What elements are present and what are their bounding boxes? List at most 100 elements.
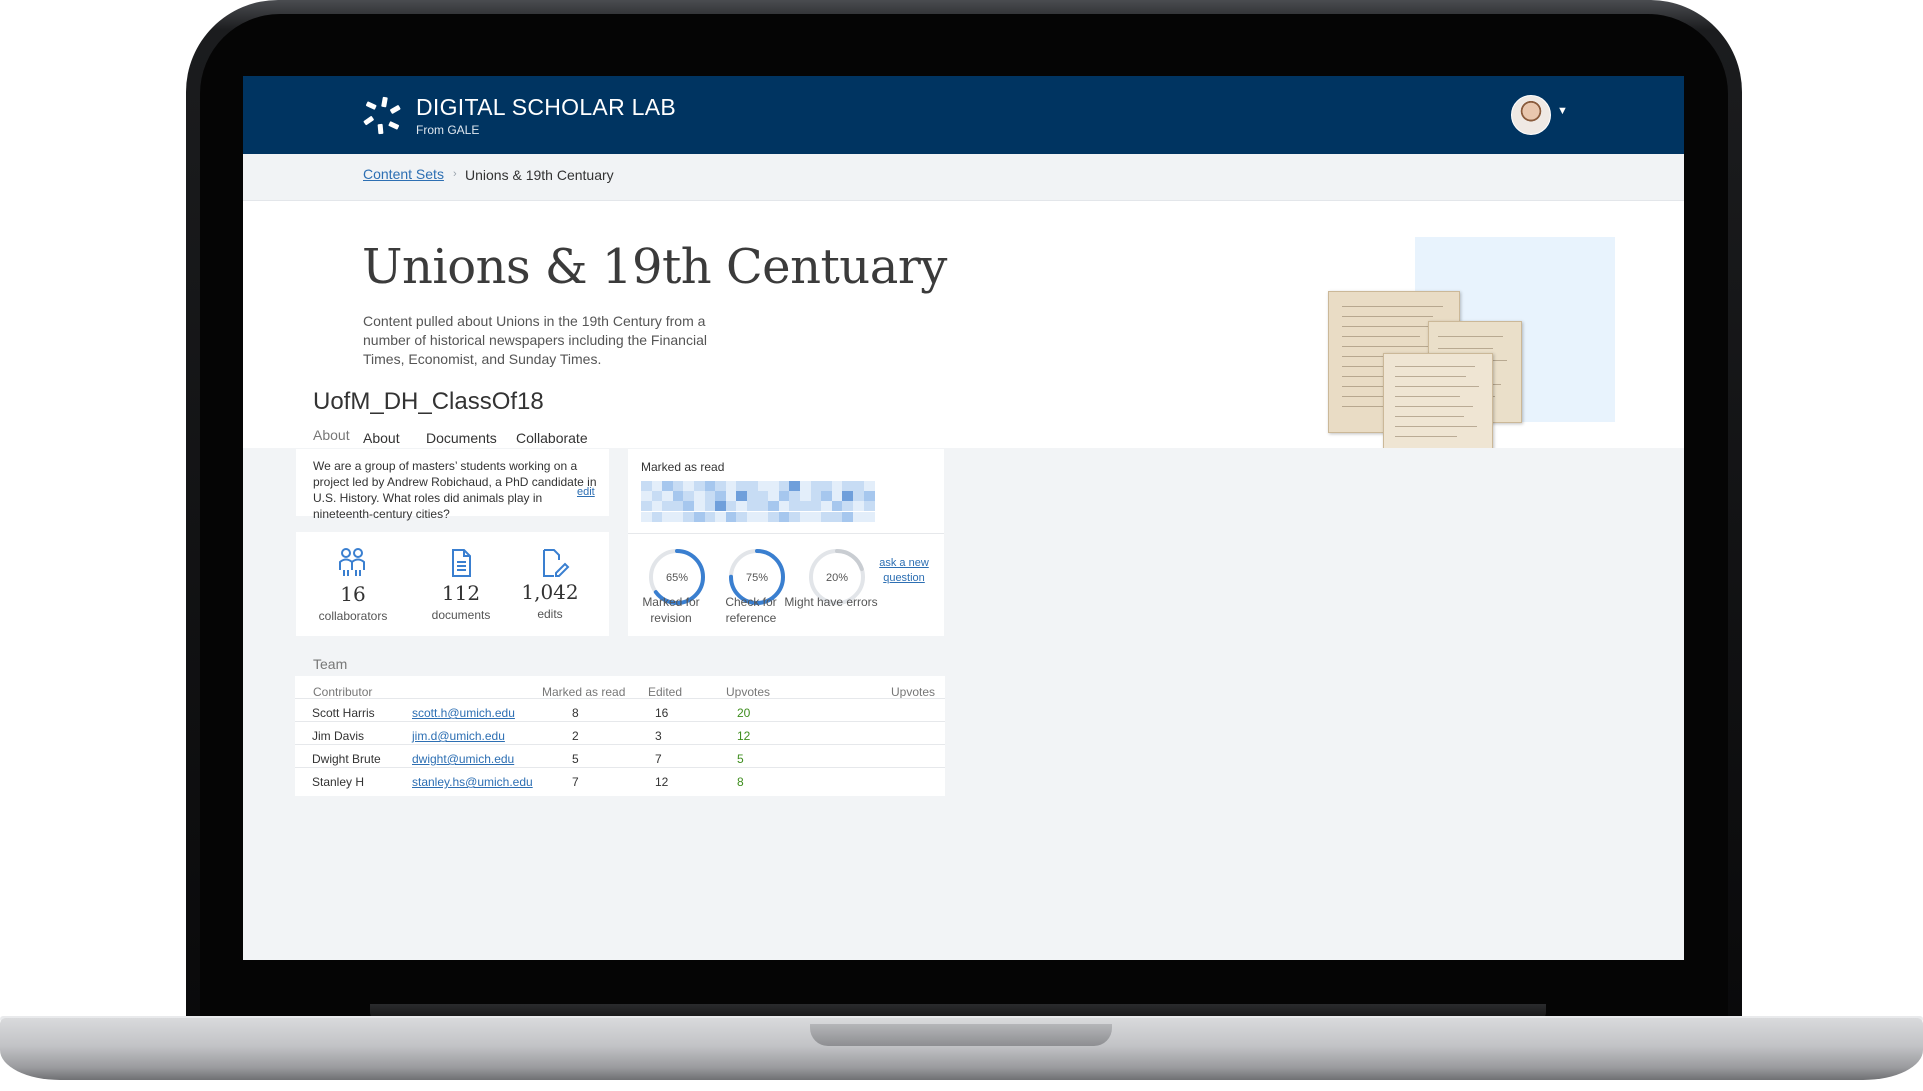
about-section-label: About — [313, 427, 350, 443]
contributor-name: Scott Harris — [312, 706, 375, 720]
contributor-name: Stanley H — [312, 775, 365, 789]
heatmap-cell — [800, 511, 811, 522]
heatmap-cell — [831, 481, 843, 491]
column-upvotes: Upvotes — [726, 685, 771, 699]
heatmap-cell — [672, 511, 684, 522]
chevron-down-icon[interactable]: ▼ — [1557, 105, 1568, 117]
ask-new-question-link[interactable]: ask a new question — [869, 556, 939, 586]
heatmap-cell — [863, 501, 875, 512]
marked-as-read-count: 7 — [572, 775, 579, 789]
heatmap-cell — [672, 481, 684, 491]
tab-about[interactable]: About — [363, 430, 400, 446]
heatmap-cell — [831, 511, 843, 522]
edited-count: 16 — [655, 706, 669, 720]
edited-count: 12 — [655, 775, 669, 789]
heatmap-cell — [789, 481, 801, 491]
heatmap-cell — [683, 511, 695, 522]
heatmap-cell — [789, 491, 801, 502]
heatmap-cell — [725, 481, 737, 491]
heatmap-cell — [757, 491, 769, 502]
user-avatar[interactable] — [1511, 95, 1551, 135]
marked-as-read-title: Marked as read — [641, 460, 725, 474]
ring-percent-label: 75% — [746, 572, 768, 584]
heatmap-cell — [853, 481, 864, 491]
brand-subtitle: From GALE — [416, 123, 480, 137]
document-icon — [452, 549, 471, 577]
heatmap-cell — [641, 511, 652, 522]
heatmap-cell — [704, 501, 716, 512]
heatmap-cell — [704, 511, 716, 522]
heatmap-cell — [800, 501, 811, 512]
contributor-email[interactable]: dwight@umich.edu — [412, 752, 514, 766]
heatmap-cell — [715, 491, 727, 502]
edit-about-link[interactable]: edit — [577, 486, 595, 498]
marked-as-read-count: 5 — [572, 752, 579, 766]
heatmap-cell — [694, 491, 705, 502]
heatmap-cell — [757, 501, 769, 512]
contributor-email[interactable]: jim.d@umich.edu — [412, 729, 505, 743]
heatmap-cell — [747, 501, 758, 512]
heatmap-cell — [662, 501, 674, 512]
heatmap-cell — [694, 511, 705, 522]
stat-edits-label: edits — [537, 607, 563, 621]
heatmap-cell — [715, 481, 727, 491]
historical-documents-image — [1328, 291, 1578, 453]
ring-percent-label: 65% — [666, 572, 688, 584]
breadcrumb-separator-icon: › — [453, 168, 457, 180]
breadcrumb-content-sets-link[interactable]: Content Sets — [363, 166, 444, 182]
heatmap-cell — [778, 481, 790, 491]
about-text: We are a group of masters’ students work… — [313, 459, 597, 521]
heatmap-cell — [683, 501, 695, 512]
upvotes-count: 8 — [737, 775, 744, 789]
contributor-name: Jim Davis — [312, 729, 365, 743]
heatmap-cell — [831, 491, 843, 502]
heatmap-cell — [747, 481, 758, 491]
heatmap-cell — [736, 501, 748, 512]
card-divider — [628, 533, 944, 534]
heatmap-cell — [810, 491, 822, 502]
heatmap-cell — [778, 511, 790, 522]
heatmap-cell — [853, 491, 864, 502]
heatmap-cell — [821, 501, 833, 512]
heatmap-cell — [842, 511, 854, 522]
heatmap-cell — [715, 501, 727, 512]
column-edited: Edited — [648, 685, 683, 699]
table-row[interactable]: Stanley H stanley.hs@umich.edu 7 12 8 — [295, 767, 945, 796]
heatmap-cell — [789, 511, 801, 522]
heatmap-cell — [747, 511, 758, 522]
heatmap-cell — [768, 511, 780, 522]
contributor-name: Dwight Brute — [312, 752, 381, 766]
heatmap-cell — [768, 501, 780, 512]
heatmap-cell — [800, 491, 811, 502]
heatmap-cell — [662, 491, 674, 502]
heatmap-cell — [842, 481, 854, 491]
contributor-email[interactable]: stanley.hs@umich.edu — [412, 775, 533, 789]
heatmap-cell — [694, 501, 705, 512]
heatmap-cell — [821, 511, 833, 522]
brand-title: DIGITAL SCHOLAR LAB — [416, 94, 677, 120]
heatmap-cell — [725, 491, 737, 502]
group-name: UofM_DH_ClassOf18 — [313, 388, 544, 415]
column-marked-as-read: Marked as read — [542, 685, 626, 699]
tab-documents[interactable]: Documents — [426, 430, 497, 446]
upvotes-count: 12 — [737, 729, 751, 743]
gale-logo-icon[interactable] — [362, 95, 406, 137]
contributor-email[interactable]: scott.h@umich.edu — [412, 706, 515, 720]
heatmap-cell — [757, 511, 769, 522]
heatmap-cell — [778, 491, 790, 502]
heatmap-cell — [768, 481, 780, 491]
heatmap-cell — [662, 481, 674, 491]
heatmap-cell — [704, 491, 716, 502]
stat-edits-value: 1,042 — [521, 580, 579, 604]
heatmap-cell — [863, 511, 875, 522]
laptop-notch — [810, 1024, 1112, 1046]
heatmap-cell — [831, 501, 843, 512]
page-description: Content pulled about Unions in the 19th … — [363, 313, 707, 367]
marked-as-read-count: 2 — [572, 729, 579, 743]
upvotes-count: 5 — [737, 752, 744, 766]
heatmap-cell — [747, 491, 758, 502]
heatmap-cell — [704, 481, 716, 491]
metric-label-errors: Might have errors — [784, 595, 878, 609]
heatmap-cell — [725, 511, 737, 522]
heatmap-cell — [651, 511, 663, 522]
